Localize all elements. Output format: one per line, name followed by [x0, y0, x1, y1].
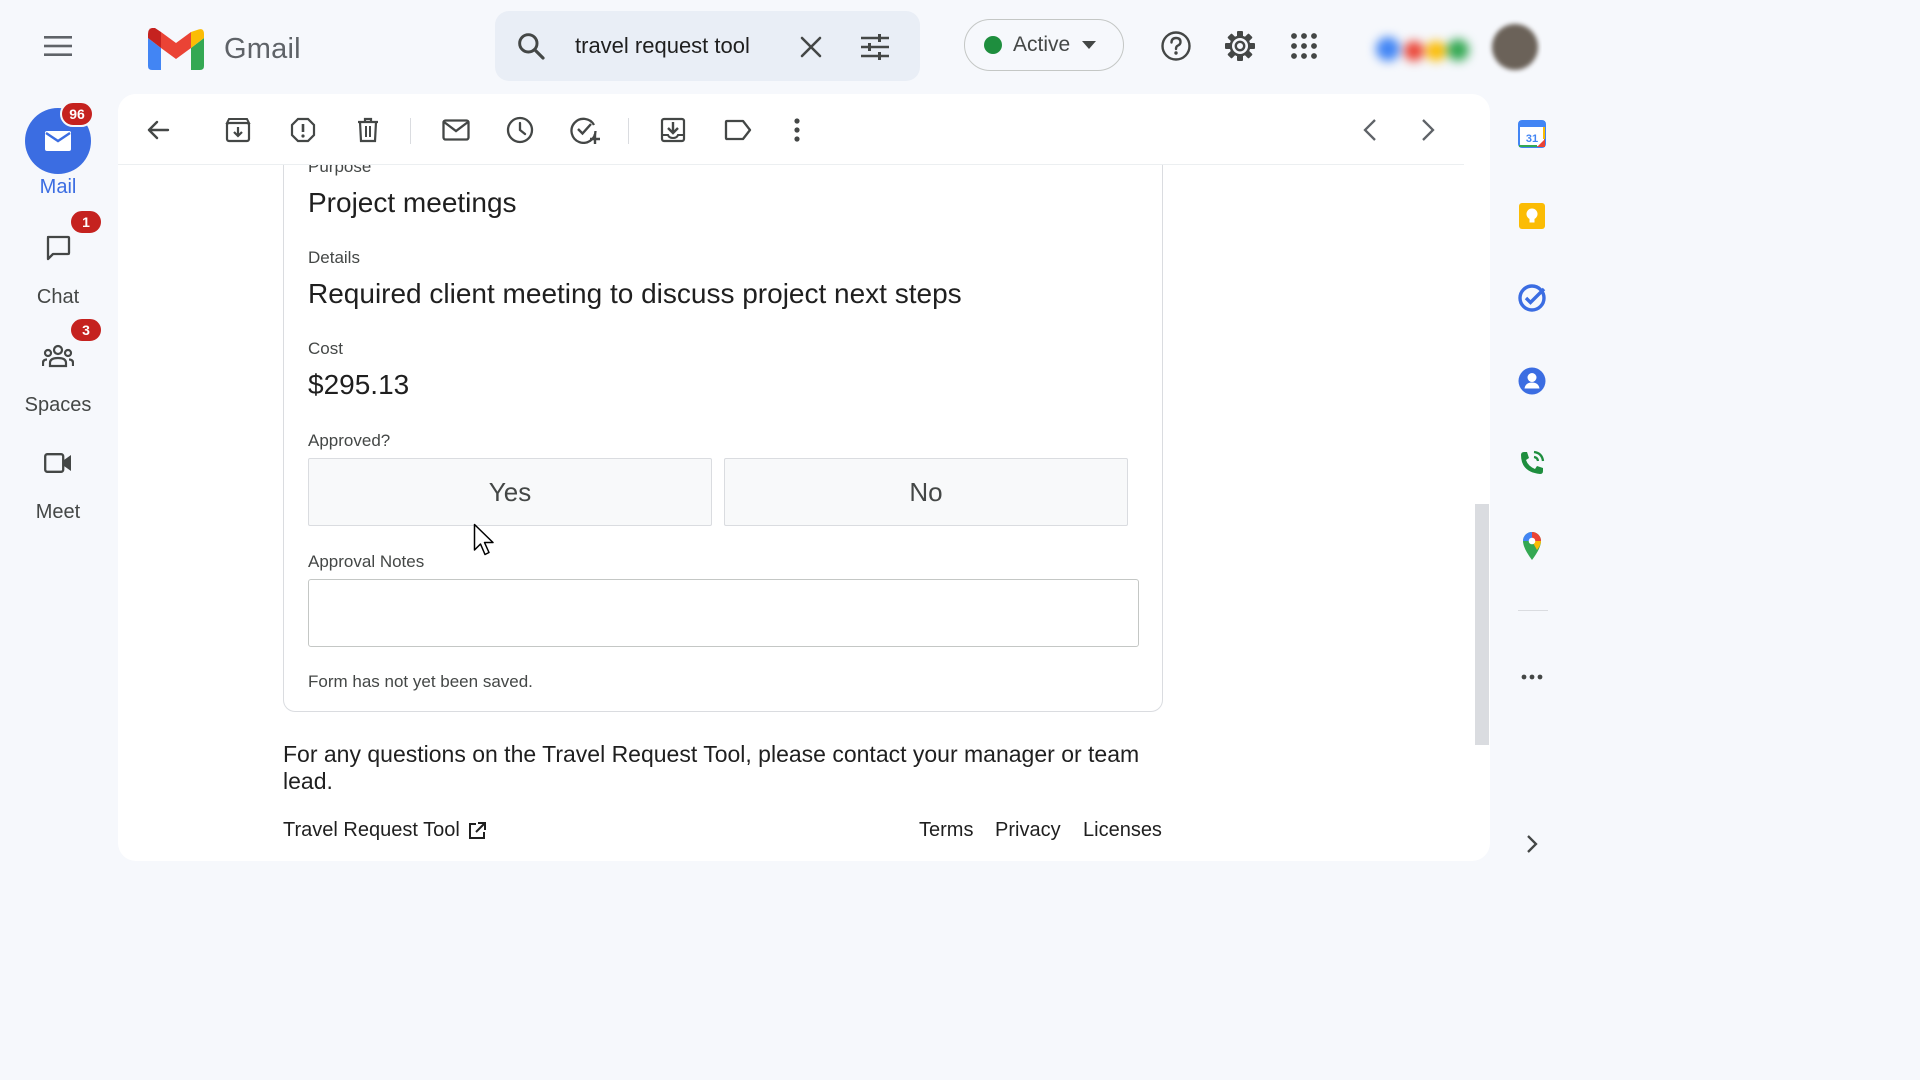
approve-yes-button[interactable]: Yes	[308, 458, 712, 526]
status-selector[interactable]: Active	[964, 19, 1124, 71]
main-menu-button[interactable]	[34, 22, 82, 70]
mark-unread-icon[interactable]	[436, 110, 476, 150]
chat-nav-icon-wrap: 1	[26, 209, 103, 280]
calendar-date: 31	[1526, 133, 1538, 145]
dialpad-icon[interactable]	[1510, 441, 1554, 485]
cost-label: Cost	[308, 339, 343, 358]
move-to-icon[interactable]	[653, 110, 693, 150]
nav-meet-label: Meet	[35, 501, 81, 523]
nav-chat-label: Chat	[36, 286, 80, 308]
mail-unread-badge: 96	[60, 101, 94, 127]
expand-panel-icon[interactable]	[1510, 822, 1554, 866]
account-area[interactable]	[1356, 10, 1542, 84]
purpose-label: Purpose	[308, 165, 372, 176]
settings-button[interactable]	[1216, 22, 1264, 70]
message-body: Purpose Project meetings Details Require…	[118, 165, 1464, 861]
spaces-unread-badge: 3	[69, 317, 103, 343]
app-name: Gmail	[224, 32, 301, 65]
details-label: Details	[308, 248, 360, 267]
privacy-link[interactable]: Privacy	[995, 819, 1061, 842]
nav-meet[interactable]: Meet	[0, 431, 116, 524]
clear-search-icon[interactable]	[793, 29, 829, 65]
terms-link[interactable]: Terms	[919, 819, 973, 842]
side-panel-divider	[1518, 610, 1548, 611]
form-save-status: Form has not yet been saved.	[308, 672, 533, 691]
delete-icon[interactable]	[348, 110, 388, 150]
archive-icon[interactable]	[218, 110, 258, 150]
approved-label: Approved?	[308, 431, 391, 450]
hamburger-icon	[44, 36, 72, 56]
search-input[interactable]	[575, 29, 780, 63]
scrollbar-thumb[interactable]	[1475, 504, 1489, 745]
gmail-logo[interactable]: Gmail	[148, 28, 301, 70]
licenses-link[interactable]: Licenses	[1083, 819, 1162, 842]
apps-grid-icon	[1291, 33, 1317, 59]
gear-icon	[1225, 31, 1255, 61]
search-icon[interactable]	[515, 30, 547, 62]
spaces-icon	[42, 344, 74, 368]
purpose-value: Project meetings	[308, 187, 517, 218]
add-to-tasks-icon[interactable]	[565, 110, 605, 150]
travel-request-tool-link-label: Travel Request Tool	[283, 819, 460, 841]
spaces-nav-icon-wrap: 3	[26, 317, 103, 388]
cost-value: $295.13	[308, 369, 410, 400]
details-value: Required client meeting to discuss proje…	[308, 278, 962, 309]
main-panel: Purpose Project meetings Details Require…	[118, 94, 1490, 861]
organization-logo	[1374, 32, 1474, 66]
gmail-m-icon	[148, 28, 204, 70]
status-label: Active	[1013, 33, 1071, 56]
tasks-icon[interactable]	[1510, 276, 1554, 320]
search-bar[interactable]	[495, 11, 920, 81]
travel-request-tool-link[interactable]: Travel Request Tool	[283, 819, 486, 842]
mouse-pointer-icon	[473, 523, 497, 557]
back-arrow-icon[interactable]	[138, 110, 178, 150]
approve-no-button[interactable]: No	[724, 458, 1128, 526]
nav-spaces-label: Spaces	[24, 394, 92, 416]
newer-chevron-icon[interactable]	[1350, 110, 1390, 150]
label-icon[interactable]	[718, 110, 758, 150]
meet-nav-icon-wrap	[26, 431, 90, 495]
toolbar-divider	[410, 118, 411, 144]
video-camera-icon	[44, 453, 71, 473]
snooze-icon[interactable]	[500, 110, 540, 150]
nav-mail[interactable]: 96 Mail	[0, 101, 116, 199]
footer-links: Travel Request Tool Terms Privacy Licens…	[283, 819, 1164, 849]
more-horiz-icon[interactable]	[1510, 655, 1554, 699]
dropdown-caret-icon	[1082, 41, 1097, 49]
nav-mail-label: Mail	[39, 176, 77, 198]
calendar-icon[interactable]: 31	[1510, 112, 1554, 156]
contacts-icon[interactable]	[1510, 359, 1554, 403]
scrollbar[interactable]	[1472, 165, 1490, 861]
status-indicator	[984, 36, 1002, 54]
chat-icon	[46, 235, 71, 261]
mail-icon	[45, 131, 71, 151]
toolbar-divider	[628, 118, 629, 144]
avatar[interactable]	[1492, 24, 1538, 70]
form-card: Purpose Project meetings Details Require…	[283, 165, 1163, 712]
chat-unread-badge: 1	[69, 209, 103, 235]
help-icon	[1161, 31, 1191, 61]
more-vert-icon[interactable]	[777, 110, 817, 150]
help-button[interactable]	[1152, 22, 1200, 70]
approval-notes-input[interactable]	[308, 579, 1139, 647]
approval-notes-label: Approval Notes	[308, 552, 425, 571]
report-spam-icon[interactable]	[283, 110, 323, 150]
nav-spaces[interactable]: 3 Spaces	[0, 317, 116, 417]
keep-icon[interactable]	[1510, 194, 1554, 238]
google-apps-button[interactable]	[1280, 22, 1328, 70]
mail-nav-icon-wrap: 96	[25, 101, 94, 174]
nav-chat[interactable]: 1 Chat	[0, 209, 116, 309]
search-options-icon[interactable]	[857, 29, 893, 65]
message-toolbar	[118, 94, 1464, 165]
open-in-new-icon	[468, 821, 486, 839]
help-text: For any questions on the Travel Request …	[283, 741, 1140, 794]
older-chevron-icon[interactable]	[1408, 110, 1448, 150]
maps-icon[interactable]	[1510, 524, 1554, 568]
